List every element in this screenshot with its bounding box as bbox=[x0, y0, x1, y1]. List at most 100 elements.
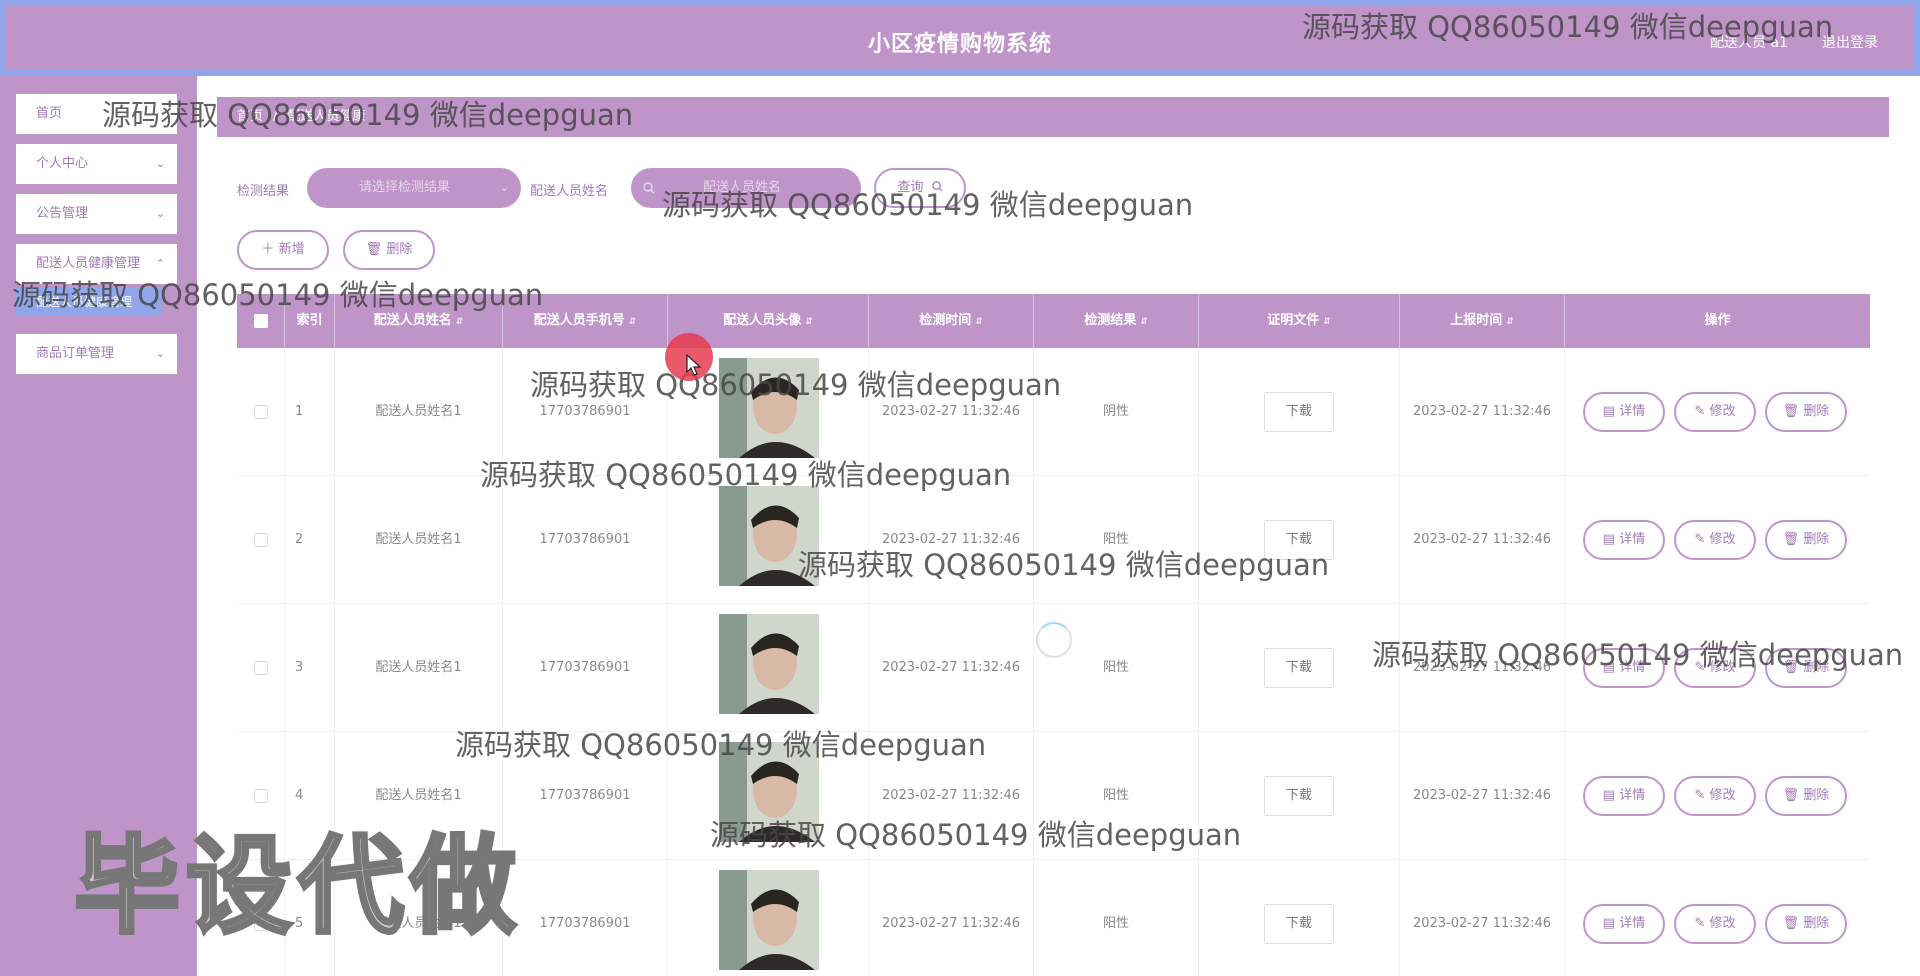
cell-test-time: 2023-02-27 11:32:46 bbox=[869, 604, 1034, 732]
query-button[interactable]: 查询 bbox=[874, 168, 966, 208]
download-button[interactable]: 下载 bbox=[1264, 904, 1334, 944]
download-button[interactable]: 下载 bbox=[1264, 520, 1334, 560]
col-actions: 操作 bbox=[1704, 313, 1731, 328]
sort-icon: ⇵ bbox=[805, 317, 813, 327]
row-checkbox[interactable] bbox=[254, 405, 268, 419]
sidebar-item-notice[interactable]: 公告管理 ⌄ bbox=[16, 194, 177, 234]
edit-button[interactable]: ✎ 修改 bbox=[1674, 392, 1756, 432]
row-checkbox[interactable] bbox=[254, 533, 268, 547]
pencil-icon: ✎ bbox=[1694, 916, 1706, 931]
mouse-cursor-icon bbox=[686, 354, 702, 376]
edit-button[interactable]: ✎ 修改 bbox=[1674, 648, 1756, 688]
edit-button[interactable]: ✎ 修改 bbox=[1674, 520, 1756, 560]
name-search-placeholder: 配送人员姓名 bbox=[703, 180, 782, 195]
name-label: 配送人员姓名 bbox=[530, 184, 609, 199]
document-icon: ▤ bbox=[1602, 532, 1616, 547]
cell-index: 1 bbox=[285, 348, 335, 476]
row-checkbox[interactable] bbox=[254, 789, 268, 803]
sidebar-subitem-health[interactable]: 配送人员健康管理 bbox=[16, 288, 161, 316]
document-icon: ▤ bbox=[1602, 404, 1616, 419]
avatar bbox=[719, 742, 819, 842]
sort-icon: ⇵ bbox=[455, 317, 464, 327]
pencil-icon: ✎ bbox=[1694, 404, 1706, 419]
trash-icon: 🗑 bbox=[1782, 916, 1800, 931]
cell-test-result: 阳性 bbox=[1034, 732, 1199, 860]
cell-phone: 17703786901 bbox=[503, 860, 668, 976]
cell-actions: ▤ 详情 ✎ 修改 🗑 删除 bbox=[1565, 476, 1870, 604]
edit-button[interactable]: ✎ 修改 bbox=[1674, 776, 1756, 816]
breadcrumb-separator: / bbox=[273, 109, 278, 124]
trash-icon: 🗑 bbox=[365, 242, 383, 257]
header-checkbox-cell bbox=[237, 294, 285, 348]
sidebar-item-home[interactable]: 首页 bbox=[16, 94, 177, 134]
col-test-time[interactable]: 检测时间 ⇵ bbox=[869, 294, 1034, 348]
detail-button[interactable]: ▤ 详情 bbox=[1583, 392, 1665, 432]
detail-button[interactable]: ▤ 详情 bbox=[1583, 520, 1665, 560]
bulk-delete-button[interactable]: 🗑 删除 bbox=[343, 230, 435, 270]
sidebar-item-health[interactable]: 配送人员健康管理 ⌃ bbox=[16, 244, 177, 284]
cell-test-time: 2023-02-27 11:32:46 bbox=[869, 476, 1034, 604]
col-test-result[interactable]: 检测结果 ⇵ bbox=[1034, 294, 1199, 348]
cell-name: 配送人员姓名1 bbox=[335, 732, 503, 860]
sort-icon: ⇵ bbox=[975, 317, 983, 327]
cell-report-time: 2023-02-27 11:32:46 bbox=[1400, 476, 1565, 604]
logout-link[interactable]: 退出登录 bbox=[1822, 32, 1878, 52]
delete-button[interactable]: 🗑 删除 bbox=[1765, 776, 1847, 816]
cell-test-time: 2023-02-27 11:32:46 bbox=[869, 860, 1034, 976]
detail-button[interactable]: ▤ 详情 bbox=[1583, 648, 1665, 688]
row-checkbox-cell bbox=[237, 860, 285, 976]
loading-spinner bbox=[1036, 622, 1072, 658]
chevron-down-icon: ⌄ bbox=[155, 347, 165, 360]
sidebar-item-personal-center[interactable]: 个人中心 ⌄ bbox=[16, 144, 177, 184]
select-all-checkbox[interactable] bbox=[254, 314, 268, 328]
cell-report-time: 2023-02-27 11:32:46 bbox=[1400, 860, 1565, 976]
row-checkbox-cell bbox=[237, 604, 285, 732]
sidebar-item-label: 公告管理 bbox=[36, 206, 89, 221]
cell-avatar bbox=[668, 860, 869, 976]
detail-button[interactable]: ▤ 详情 bbox=[1583, 904, 1665, 944]
breadcrumb-home[interactable]: 首页 bbox=[237, 109, 263, 124]
cell-avatar bbox=[668, 604, 869, 732]
download-button[interactable]: 下载 bbox=[1264, 392, 1334, 432]
col-phone[interactable]: 配送人员手机号 ⇵ bbox=[503, 294, 668, 348]
result-select[interactable]: 请选择检测结果 ⌄ bbox=[307, 168, 521, 208]
sidebar: 首页 个人中心 ⌄ 公告管理 ⌄ 配送人员健康管理 ⌃ 配送人员健康管理 商品订… bbox=[0, 76, 197, 976]
add-button[interactable]: ＋ 新增 bbox=[237, 230, 329, 270]
download-button[interactable]: 下载 bbox=[1264, 648, 1334, 688]
cell-name: 配送人员姓名1 bbox=[335, 860, 503, 976]
chevron-down-icon: ⌄ bbox=[155, 157, 165, 170]
col-report-time[interactable]: 上报时间 ⇵ bbox=[1400, 294, 1565, 348]
document-icon: ▤ bbox=[1602, 660, 1616, 675]
delete-button[interactable]: 🗑 删除 bbox=[1765, 392, 1847, 432]
cell-index: 4 bbox=[285, 732, 335, 860]
cell-test-result: 阳性 bbox=[1034, 860, 1199, 976]
row-checkbox[interactable] bbox=[254, 917, 268, 931]
trash-icon: 🗑 bbox=[1782, 532, 1800, 547]
chevron-down-icon: ⌄ bbox=[499, 181, 509, 194]
trash-icon: 🗑 bbox=[1782, 404, 1800, 419]
col-name[interactable]: 配送人员姓名 ⇵ bbox=[335, 294, 503, 348]
sort-icon: ⇵ bbox=[1140, 317, 1148, 327]
download-button[interactable]: 下载 bbox=[1264, 776, 1334, 816]
sidebar-item-orders[interactable]: 商品订单管理 ⌄ bbox=[16, 334, 177, 374]
cell-phone: 17703786901 bbox=[503, 732, 668, 860]
sidebar-item-label: 配送人员健康管理 bbox=[36, 256, 141, 271]
edit-button[interactable]: ✎ 修改 bbox=[1674, 904, 1756, 944]
delete-button[interactable]: 🗑 删除 bbox=[1765, 904, 1847, 944]
delete-button[interactable]: 🗑 删除 bbox=[1765, 648, 1847, 688]
trash-icon: 🗑 bbox=[1782, 660, 1800, 675]
row-checkbox[interactable] bbox=[254, 661, 268, 675]
delete-button[interactable]: 🗑 删除 bbox=[1765, 520, 1847, 560]
name-search-input[interactable]: 配送人员姓名 bbox=[631, 168, 861, 208]
search-icon bbox=[643, 182, 655, 194]
table-header: 索引 配送人员姓名 ⇵ 配送人员手机号 ⇵ 配送人员头像 ⇵ 检测时间 ⇵ 检测结果 ⇵ … bbox=[237, 294, 1870, 348]
sidebar-item-label: 个人中心 bbox=[36, 156, 89, 171]
pencil-icon: ✎ bbox=[1694, 660, 1706, 675]
detail-button[interactable]: ▤ 详情 bbox=[1583, 776, 1665, 816]
cell-certificate: 下载 bbox=[1199, 860, 1400, 976]
cell-actions: ▤ 详情 ✎ 修改 🗑 删除 bbox=[1565, 732, 1870, 860]
result-select-placeholder: 请选择检测结果 bbox=[359, 180, 451, 195]
col-certificate[interactable]: 证明文件 ⇵ bbox=[1199, 294, 1400, 348]
table-row: 2 配送人员姓名1 17703786901 2023-02-27 11:32:4… bbox=[237, 476, 1870, 604]
chevron-up-icon: ⌃ bbox=[155, 257, 165, 270]
